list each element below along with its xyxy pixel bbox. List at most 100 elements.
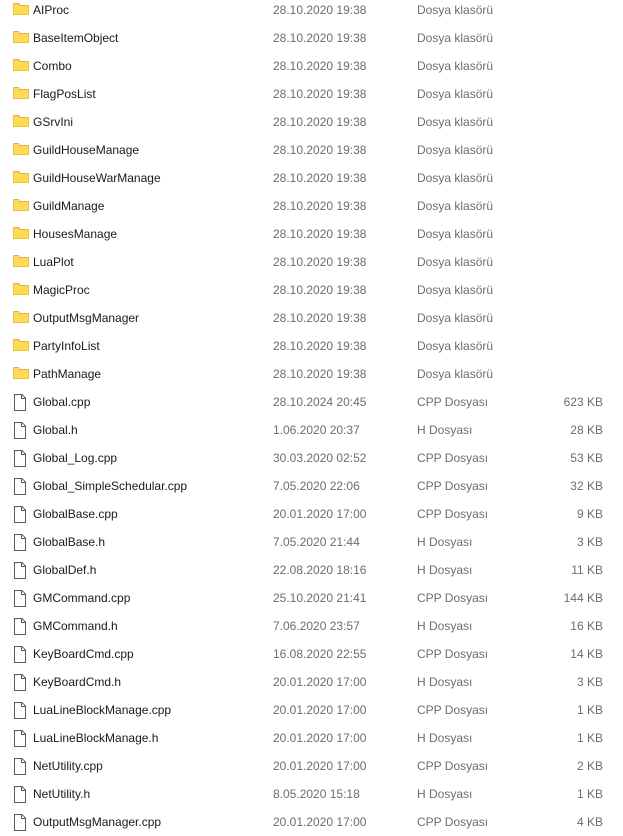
item-date-modified: 28.10.2024 20:45 <box>273 395 367 409</box>
folder-row[interactable]: GuildHouseWarManage 28.10.2020 19:38 Dosya… <box>0 169 623 197</box>
file-row[interactable]: GMCommand.cpp 25.10.2020 21:41 CPP Dosyası… <box>0 589 623 617</box>
item-type: CPP Dosyası <box>417 479 489 493</box>
item-date-modified: 7.06.2020 23:57 <box>273 619 360 633</box>
file-row[interactable]: GlobalBase.cpp 20.01.2020 17:00 CPP Dosyas… <box>0 505 623 533</box>
item-size <box>523 85 603 113</box>
item-size <box>523 141 603 169</box>
folder-icon <box>13 169 31 197</box>
file-row[interactable]: OutputMsgManager.cpp 20.01.2020 17:00 CPP … <box>0 813 623 836</box>
item-size: 9 KB <box>576 507 603 521</box>
item-type: CPP Dosyası <box>417 507 489 521</box>
item-size <box>523 253 603 281</box>
item-name: Global_Log.cpp <box>33 451 118 465</box>
item-size: 1 KB <box>576 787 603 801</box>
item-type: Dosya klasörü <box>417 171 494 185</box>
item-date-modified: 28.10.2020 19:38 <box>273 339 367 353</box>
item-size <box>523 281 603 309</box>
file-row[interactable]: NetUtility.h 8.05.2020 15:18 H Dosyası 1 KB <box>0 785 623 813</box>
item-date-modified: 28.10.2020 19:38 <box>273 143 367 157</box>
file-icon <box>13 813 31 836</box>
item-name: GuildHouseWarManage <box>33 171 161 185</box>
file-icon <box>13 785 31 813</box>
item-type: Dosya klasörü <box>417 311 494 325</box>
folder-row[interactable]: GuildManage 28.10.2020 19:38 Dosya klasörü <box>0 197 623 225</box>
folder-row[interactable]: BaseItemObject 28.10.2020 19:38 Dosya klas… <box>0 29 623 57</box>
folder-row[interactable]: LuaPlot 28.10.2020 19:38 Dosya klasörü <box>0 253 623 281</box>
item-type: CPP Dosyası <box>417 815 489 829</box>
file-icon <box>13 617 31 645</box>
folder-row[interactable]: AIProc 28.10.2020 19:38 Dosya klasörü <box>0 1 623 29</box>
folder-icon <box>13 1 31 29</box>
item-type: Dosya klasörü <box>417 367 494 381</box>
folder-row[interactable]: HousesManage 28.10.2020 19:38 Dosya klasör… <box>0 225 623 253</box>
folder-row[interactable]: GuildHouseManage 28.10.2020 19:38 Dosya kl… <box>0 141 623 169</box>
file-icon <box>13 533 31 561</box>
item-name: LuaLineBlockManage.cpp <box>33 703 172 717</box>
item-name: Global.cpp <box>33 395 91 409</box>
item-date-modified: 20.01.2020 17:00 <box>273 731 367 745</box>
folder-row[interactable]: FlagPosList 28.10.2020 19:38 Dosya klasörü <box>0 85 623 113</box>
item-size <box>523 225 603 253</box>
item-size: 53 KB <box>570 451 603 465</box>
file-row[interactable]: Global_SimpleSchedular.cpp 7.05.2020 22:0… <box>0 477 623 505</box>
item-type: Dosya klasörü <box>417 283 494 297</box>
item-type: CPP Dosyası <box>417 395 489 409</box>
file-row[interactable]: GlobalBase.h 7.05.2020 21:44 H Dosyası 3 KB <box>0 533 623 561</box>
file-row[interactable]: Global.cpp 28.10.2024 20:45 CPP Dosyası 623… <box>0 393 623 421</box>
file-list: AIProc 28.10.2020 19:38 Dosya klasörü BaseI… <box>0 0 623 836</box>
file-row[interactable]: KeyBoardCmd.h 20.01.2020 17:00 H Dosyası 3 … <box>0 673 623 701</box>
folder-row[interactable]: OutputMsgManager 28.10.2020 19:38 Dosya kl… <box>0 309 623 337</box>
folder-icon <box>13 113 31 141</box>
item-date-modified: 28.10.2020 19:38 <box>273 367 367 381</box>
item-name: Global_SimpleSchedular.cpp <box>33 479 188 493</box>
item-name: GMCommand.h <box>33 619 118 633</box>
item-name: AIProc <box>33 3 70 17</box>
item-size <box>523 365 603 393</box>
item-date-modified: 28.10.2020 19:38 <box>273 255 367 269</box>
file-icon <box>13 589 31 617</box>
file-row[interactable]: NetUtility.cpp 20.01.2020 17:00 CPP Dosyas… <box>0 757 623 785</box>
item-size: 3 KB <box>576 675 603 689</box>
item-name: NetUtility.cpp <box>33 759 103 773</box>
file-row[interactable]: LuaLineBlockManage.cpp 20.01.2020 17:00 CP… <box>0 701 623 729</box>
file-row[interactable]: GlobalDef.h 22.08.2020 18:16 H Dosyası 11 K… <box>0 561 623 589</box>
item-size <box>523 1 603 29</box>
item-date-modified: 22.08.2020 18:16 <box>273 563 367 577</box>
item-size: 16 KB <box>570 619 603 633</box>
folder-icon <box>13 197 31 225</box>
file-icon <box>13 729 31 757</box>
item-size <box>523 197 603 225</box>
item-date-modified: 7.05.2020 21:44 <box>273 535 360 549</box>
item-name: Combo <box>33 59 72 73</box>
folder-row[interactable]: PartyInfoList 28.10.2020 19:38 Dosya klasö… <box>0 337 623 365</box>
folder-row[interactable]: MagicProc 28.10.2020 19:38 Dosya klasörü <box>0 281 623 309</box>
item-type: CPP Dosyası <box>417 451 489 465</box>
file-icon <box>13 645 31 673</box>
item-date-modified: 28.10.2020 19:38 <box>273 227 367 241</box>
file-row[interactable]: KeyBoardCmd.cpp 16.08.2020 22:55 CPP Dosya… <box>0 645 623 673</box>
item-type: H Dosyası <box>417 563 473 577</box>
file-row[interactable]: Global_Log.cpp 30.03.2020 02:52 CPP Dosyas… <box>0 449 623 477</box>
item-date-modified: 25.10.2020 21:41 <box>273 591 367 605</box>
file-row[interactable]: Global.h 1.06.2020 20:37 H Dosyası 28 KB <box>0 421 623 449</box>
item-size <box>523 29 603 57</box>
item-date-modified: 28.10.2020 19:38 <box>273 283 367 297</box>
item-type: Dosya klasörü <box>417 3 494 17</box>
folder-row[interactable]: PathManage 28.10.2020 19:38 Dosya klasörü <box>0 365 623 393</box>
file-icon <box>13 701 31 729</box>
item-date-modified: 20.01.2020 17:00 <box>273 815 367 829</box>
item-type: H Dosyası <box>417 423 473 437</box>
folder-row[interactable]: GSrvIni 28.10.2020 19:38 Dosya klasörü <box>0 113 623 141</box>
item-name: BaseItemObject <box>33 31 119 45</box>
item-date-modified: 7.05.2020 22:06 <box>273 479 360 493</box>
item-date-modified: 20.01.2020 17:00 <box>273 759 367 773</box>
item-date-modified: 20.01.2020 17:00 <box>273 703 367 717</box>
item-type: H Dosyası <box>417 787 473 801</box>
item-date-modified: 28.10.2020 19:38 <box>273 171 367 185</box>
item-date-modified: 20.01.2020 17:00 <box>273 675 367 689</box>
file-row[interactable]: GMCommand.h 7.06.2020 23:57 H Dosyası 16 KB <box>0 617 623 645</box>
folder-row[interactable]: Combo 28.10.2020 19:38 Dosya klasörü <box>0 57 623 85</box>
file-icon <box>13 505 31 533</box>
item-size <box>523 337 603 365</box>
file-row[interactable]: LuaLineBlockManage.h 20.01.2020 17:00 H Do… <box>0 729 623 757</box>
